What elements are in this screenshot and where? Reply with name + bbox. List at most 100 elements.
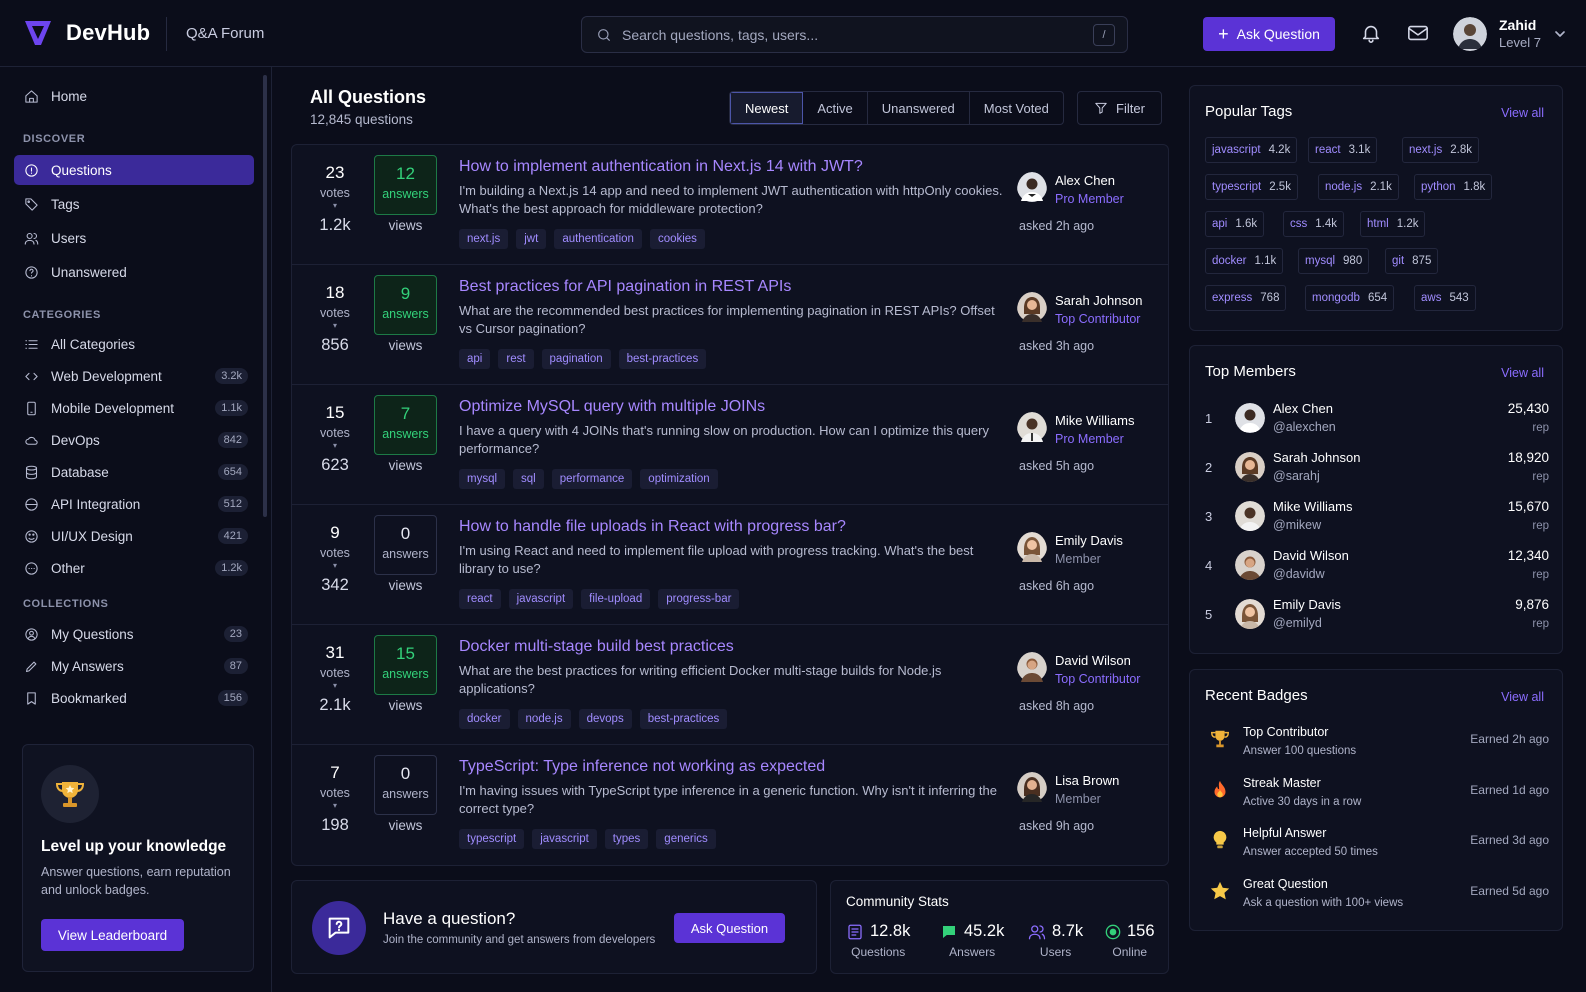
popular-tag[interactable]: mongodb 654 <box>1305 285 1395 311</box>
tab-unanswered[interactable]: Unanswered <box>868 92 970 124</box>
member-row[interactable]: 1 Alex Chen @alexchen 25,430 rep <box>1205 398 1549 438</box>
popular-tag[interactable]: aws 543 <box>1414 285 1476 311</box>
popular-tag[interactable]: api 1.6k <box>1205 211 1265 237</box>
question-author[interactable]: Lisa Brown Member <box>1017 772 1119 808</box>
search-input[interactable] <box>622 26 1082 43</box>
bell-icon[interactable] <box>1360 22 1382 44</box>
category-label: DevOps <box>51 432 100 448</box>
tag-chip[interactable]: javascript <box>508 589 574 609</box>
tag-chip[interactable]: types <box>604 829 649 849</box>
tag-chip[interactable]: best-practices <box>639 709 728 729</box>
tag-chip[interactable]: rest <box>498 349 534 369</box>
collection-my-answers[interactable]: My Answers 87 <box>14 651 254 681</box>
cta-ask-question-button[interactable]: Ask Question <box>674 913 785 943</box>
tag-chip[interactable]: devops <box>578 709 632 729</box>
popular-tag[interactable]: next.js 2.8k <box>1402 137 1479 163</box>
category-devops[interactable]: DevOps 842 <box>14 425 254 455</box>
collection-label: My Answers <box>51 658 124 674</box>
question-author[interactable]: Emily Davis Member <box>1017 532 1123 568</box>
category-api-integration[interactable]: API Integration 512 <box>14 489 254 519</box>
search-bar[interactable]: / <box>581 16 1128 53</box>
tag-chip[interactable]: react <box>459 589 501 609</box>
logo[interactable]: DevHub <box>22 17 150 49</box>
tag-chip[interactable]: file-upload <box>581 589 651 609</box>
tag-chip[interactable]: authentication <box>554 229 642 249</box>
category-uiux-design[interactable]: UI/UX Design 421 <box>14 521 254 551</box>
tag-chip[interactable]: performance <box>551 469 633 489</box>
popular-tag[interactable]: javascript 4.2k <box>1205 137 1298 163</box>
member-row[interactable]: 2 Sarah Johnson @sarahj 18,920 rep <box>1205 447 1549 487</box>
question-title[interactable]: Docker multi-stage build best practices <box>459 638 734 656</box>
popular-tag[interactable]: express 768 <box>1205 285 1287 311</box>
sidebar-item-users[interactable]: Users <box>14 223 254 253</box>
question-author[interactable]: David Wilson Top Contributor <box>1017 652 1140 688</box>
question-row: 15 votes ▾ 7 answers 623 views Optimize MyS… <box>292 385 1168 505</box>
tag-chip[interactable]: best-practices <box>618 349 707 369</box>
question-title[interactable]: TypeScript: Type inference not working a… <box>459 758 825 776</box>
sidebar-item-questions[interactable]: Questions <box>14 155 254 185</box>
popular-tag[interactable]: mysql 980 <box>1298 248 1370 274</box>
tab-most-voted[interactable]: Most Voted <box>970 92 1063 124</box>
tag-chip[interactable]: docker <box>459 709 510 729</box>
ask-question-button[interactable]: + Ask Question <box>1203 17 1335 51</box>
popular-tag[interactable]: css 1.4k <box>1283 211 1344 237</box>
question-author[interactable]: Alex Chen Pro Member <box>1017 172 1124 208</box>
mail-icon[interactable] <box>1407 23 1429 43</box>
member-row[interactable]: 5 Emily Davis @emilyd 9,876 rep <box>1205 594 1549 634</box>
category-database[interactable]: Database 654 <box>14 457 254 487</box>
popular-tag[interactable]: html 1.2k <box>1360 211 1426 237</box>
user-menu[interactable]: Zahid Level 7 <box>1453 16 1541 52</box>
tab-newest[interactable]: Newest <box>730 92 804 124</box>
tag-chip[interactable]: cookies <box>649 229 705 249</box>
category-all[interactable]: All Categories <box>14 329 254 359</box>
tag-chip[interactable]: mysql <box>459 469 506 489</box>
popular-tag[interactable]: python 1.8k <box>1414 174 1493 200</box>
question-title[interactable]: Best practices for API pagination in RES… <box>459 278 791 296</box>
popular-tag[interactable]: typescript 2.5k <box>1205 174 1298 200</box>
sidebar-item-tags[interactable]: Tags <box>14 189 254 219</box>
sidebar-item-home[interactable]: Home <box>14 81 254 111</box>
tag-chip[interactable]: api <box>459 349 491 369</box>
promo-title: Level up your knowledge <box>41 838 227 855</box>
category-label: API Integration <box>51 496 141 512</box>
popular-tag[interactable]: node.js 2.1k <box>1318 174 1399 200</box>
member-row[interactable]: 3 Mike Williams @mikew 15,670 rep <box>1205 496 1549 536</box>
top-members-panel: Top Members View all 1 Alex Chen @alexche… <box>1189 345 1563 654</box>
tag-chip[interactable]: pagination <box>541 349 611 369</box>
popular-tag[interactable]: docker 1.1k <box>1205 248 1284 274</box>
question-title[interactable]: How to implement authentication in Next.… <box>459 158 863 176</box>
category-other[interactable]: Other 1.2k <box>14 553 254 583</box>
member-row[interactable]: 4 David Wilson @davidw 12,340 rep <box>1205 545 1549 585</box>
collection-my-questions[interactable]: My Questions 23 <box>14 619 254 649</box>
chevron-down-icon[interactable] <box>1554 28 1566 40</box>
popular-tag[interactable]: git 875 <box>1385 248 1439 274</box>
tag-chip[interactable]: sql <box>513 469 544 489</box>
tag-chip[interactable]: next.js <box>459 229 509 249</box>
question-title[interactable]: Optimize MySQL query with multiple JOINs <box>459 398 765 416</box>
category-web-development[interactable]: Web Development 3.2k <box>14 361 254 391</box>
sidebar-item-unanswered[interactable]: Unanswered <box>14 257 254 287</box>
author-name: David Wilson <box>1055 653 1131 668</box>
tag-chip[interactable]: generics <box>656 829 716 849</box>
tag-chip[interactable]: progress-bar <box>658 589 740 609</box>
question-title[interactable]: How to handle file uploads in React with… <box>459 518 846 536</box>
question-author[interactable]: Mike Williams Pro Member <box>1017 412 1134 448</box>
view-all-link[interactable]: View all <box>1501 690 1544 704</box>
view-leaderboard-button[interactable]: View Leaderboard <box>41 919 184 951</box>
category-mobile-development[interactable]: Mobile Development 1.1k <box>14 393 254 423</box>
view-all-link[interactable]: View all <box>1501 366 1544 380</box>
sidebar-scrollbar[interactable] <box>263 75 267 517</box>
tag-chip[interactable]: javascript <box>532 829 597 849</box>
view-all-link[interactable]: View all <box>1501 106 1544 120</box>
tag-chip[interactable]: optimization <box>640 469 718 489</box>
tag-chip[interactable]: typescript <box>459 829 525 849</box>
tab-active[interactable]: Active <box>803 92 868 124</box>
popular-tag[interactable]: react 3.1k <box>1308 137 1378 163</box>
collection-bookmarked[interactable]: Bookmarked 156 <box>14 683 254 713</box>
answer-count: 0 answers <box>374 755 437 815</box>
list-icon <box>25 339 38 349</box>
tag-chip[interactable]: node.js <box>517 709 571 729</box>
tag-chip[interactable]: jwt <box>516 229 547 249</box>
question-author[interactable]: Sarah Johnson Top Contributor <box>1017 292 1142 328</box>
filter-button[interactable]: Filter <box>1077 91 1162 125</box>
